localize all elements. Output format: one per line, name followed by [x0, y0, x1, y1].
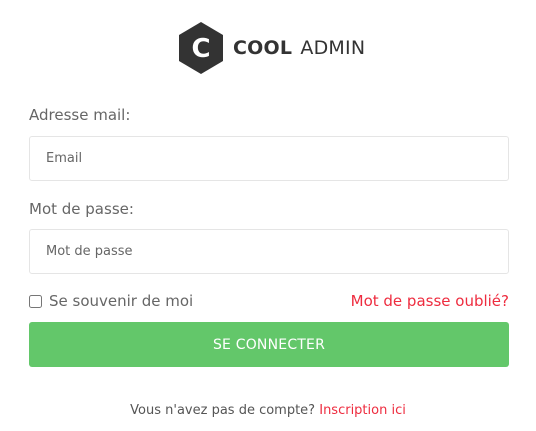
signup-link[interactable]: Inscription ici	[319, 403, 406, 418]
remember-label: Se souvenir de moi	[49, 292, 194, 310]
brand-name: COOL ADMIN	[233, 37, 365, 59]
password-field[interactable]	[29, 229, 509, 274]
login-button[interactable]: SE CONNECTER	[29, 322, 509, 367]
logo: C COOL ADMIN	[178, 21, 365, 75]
remember-me[interactable]: Se souvenir de moi	[29, 291, 193, 311]
logo-letter: C	[191, 34, 210, 64]
signup-prompt-text: Vous n'avez pas de compte?	[130, 403, 316, 418]
brand-name-bold: COOL	[233, 37, 293, 59]
hexagon-logo-icon: C	[179, 22, 223, 74]
email-field[interactable]	[29, 136, 509, 181]
brand-name-light: ADMIN	[300, 37, 366, 59]
remember-checkbox[interactable]	[29, 294, 42, 308]
signup-prompt: Vous n'avez pas de compte? Inscription i…	[0, 403, 536, 418]
email-label: Adresse mail:	[29, 106, 131, 124]
forgot-password-link[interactable]: Mot de passe oublié?	[351, 291, 509, 311]
login-page: C COOL ADMIN Adresse mail: Mot de passe:…	[0, 0, 536, 431]
password-label: Mot de passe:	[29, 200, 134, 218]
